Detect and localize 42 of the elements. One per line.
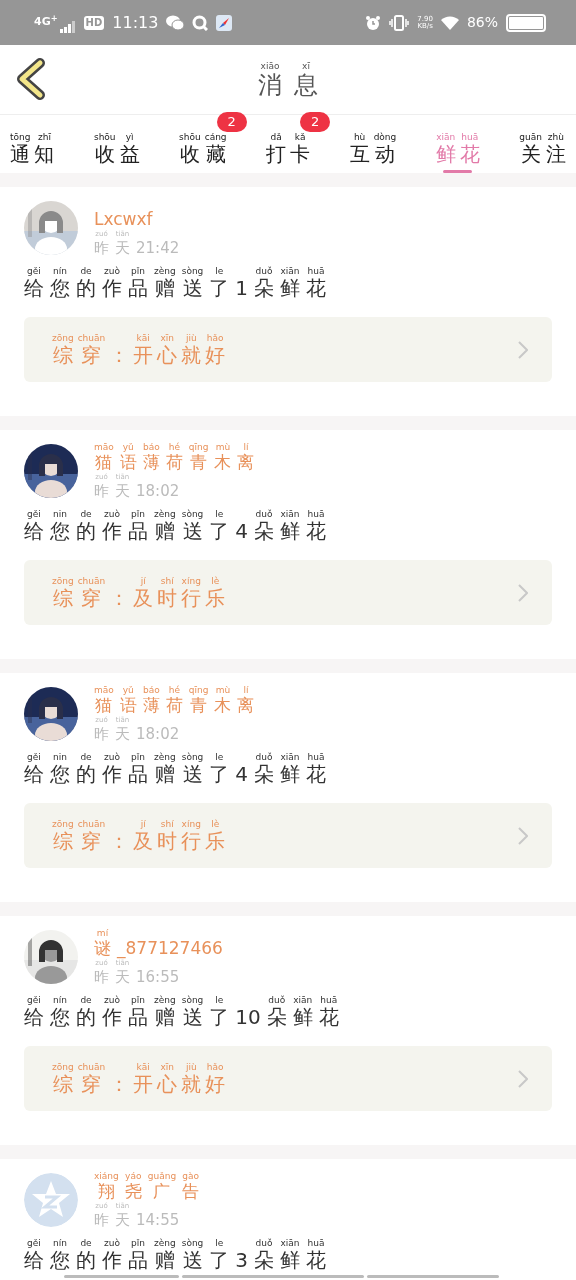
user-name: xiáng 翔 yáo 尧 guǎng 广 gào 告 xyxy=(94,1171,201,1201)
message-text: gěi 给 nin 您 de 的 zuò 作 pǐn 品 zèng 赠 sòng 送 le 了 4 duǒ 朵 xiān 鲜 huā 花 xyxy=(24,752,328,786)
search-icon xyxy=(192,14,209,31)
alarm-icon xyxy=(365,14,382,31)
message-text: gěi 给 nín 您 de 的 zuò 作 pǐn 品 zèng 赠 sòng 送 le 了 1 duǒ 朵 xiān 鲜 huā 花 xyxy=(24,266,328,300)
tab[interactable]: hù 互 dòng 动 xyxy=(347,132,399,173)
chevron-icon xyxy=(518,1069,528,1088)
chevron-icon xyxy=(518,340,528,359)
network-label: 4G$^{+}$ xyxy=(34,14,58,31)
badge-count: 2 xyxy=(216,112,247,132)
tab[interactable]: shōu 收 yì 益 xyxy=(91,132,142,173)
time-label: 14:55 xyxy=(136,1211,180,1229)
time-label: 18:02 xyxy=(136,482,180,500)
time-label: 18:02 xyxy=(136,725,180,743)
time-label: 16:55 xyxy=(136,968,180,986)
chat-icon xyxy=(166,14,185,31)
vibrate-icon xyxy=(389,14,410,31)
message-text: gěi 给 nín 您 de 的 zuò 作 pǐn 品 zèng 赠 sòng 送 le 了 10 duǒ 朵 xiān 鲜 huā 花 xyxy=(24,995,340,1029)
user-name: māo 猫 yǔ 语 báo 薄 hé 荷 qīng 青 mù 木 lí 离 xyxy=(94,685,256,715)
time-label: 21:42 xyxy=(136,239,180,257)
hd-icon: HD xyxy=(83,15,105,30)
page-title: xiāo 消 xī 息 xyxy=(257,60,319,99)
badge-count: 2 xyxy=(300,112,331,132)
tab[interactable]: shōu 收 cáng 藏 xyxy=(177,132,229,173)
message-text: gěi 给 nin 您 de 的 zuò 作 pǐn 品 zèng 赠 sòng 送 le 了 4 duǒ 朵 xiān 鲜 huā 花 xyxy=(24,509,328,543)
user-name: Lxcwxf xyxy=(94,208,154,229)
compass-icon xyxy=(216,14,233,31)
battery-percent: 86% xyxy=(466,13,498,32)
back-button[interactable] xyxy=(14,58,46,100)
tab[interactable]: guān 关 zhù 注 xyxy=(517,132,568,173)
wifi-icon xyxy=(440,15,459,30)
tab[interactable]: tōng 通 zhī 知 xyxy=(8,132,57,173)
chevron-icon xyxy=(518,826,528,845)
avatar-icon xyxy=(24,1172,78,1227)
user-name: māo 猫 yǔ 语 báo 薄 hé 荷 qīng 青 mù 木 lí 离 xyxy=(94,442,256,472)
chevron-icon xyxy=(518,583,528,602)
clock: 11:13 xyxy=(112,11,159,34)
user-name: mí 谜 _877127466 xyxy=(94,928,224,958)
battery-icon xyxy=(506,13,546,32)
message-text: gěi 给 nín 您 de 的 zuò 作 pǐn 品 zèng 赠 sòng 送 le 了 3 duǒ 朵 xiān 鲜 huā 花 xyxy=(24,1238,328,1272)
signal-icon xyxy=(59,20,76,33)
tab[interactable]: dǎ 打 kǎ 卡 xyxy=(264,132,313,173)
